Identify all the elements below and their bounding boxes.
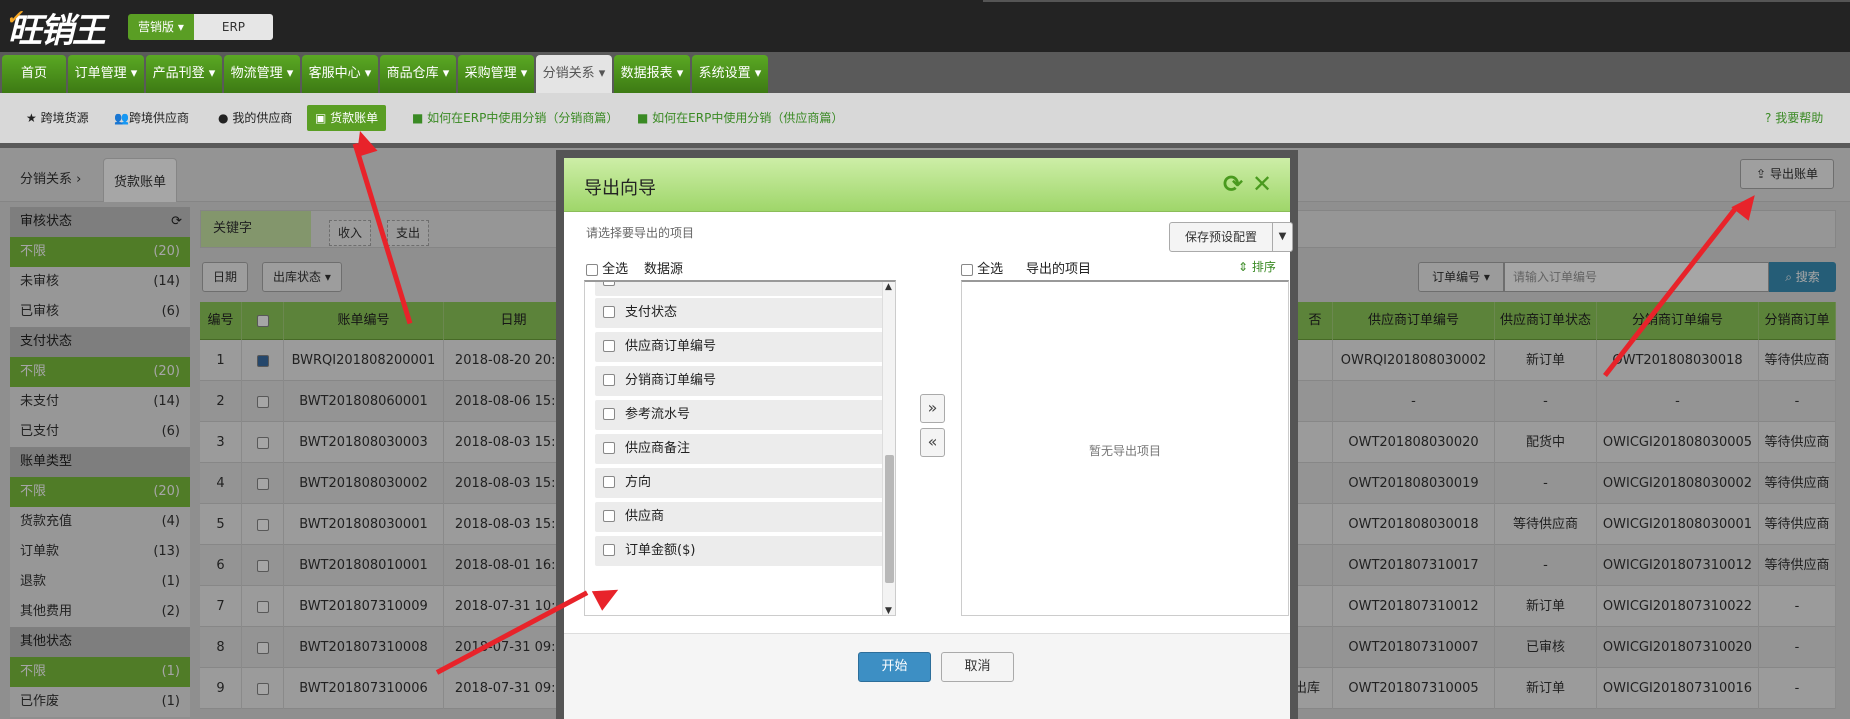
field-item[interactable]: 分销商订单编号: [595, 366, 885, 396]
export-items-list: 暂无导出项目: [961, 280, 1289, 616]
nav-tab-home[interactable]: 首页: [2, 55, 66, 93]
export-items-label: 导出的项目: [1026, 262, 1092, 277]
nav-tab-reports[interactable]: 数据报表 ▾: [614, 55, 690, 93]
scroll-up-icon[interactable]: ▲: [885, 282, 892, 292]
users-icon: 👥: [114, 111, 129, 125]
dialog-footer: 开始 取消: [564, 633, 1290, 719]
nav-tab-purchase[interactable]: 采购管理 ▾: [458, 55, 534, 93]
empty-export-message: 暂无导出项目: [1088, 444, 1161, 458]
sort-link[interactable]: ⇕ 排序: [1238, 258, 1276, 275]
top-divider: [983, 0, 1850, 2]
nav-tab-logistics[interactable]: 物流管理 ▾: [224, 55, 300, 93]
dialog-header: 导出向导 ⟳ ✕: [564, 158, 1290, 212]
sort-icon: ⇕: [1238, 260, 1249, 274]
field-checkbox[interactable]: [603, 305, 615, 318]
left-select-all[interactable]: 全选: [586, 258, 628, 277]
video-icon: ■: [412, 111, 424, 125]
field-checkbox[interactable]: [603, 373, 615, 386]
erp-button[interactable]: ERP: [193, 14, 274, 40]
start-button[interactable]: 开始: [858, 652, 931, 682]
right-select-all[interactable]: 全选: [961, 258, 1003, 277]
nav-tab-distribution[interactable]: 分销关系 ▾: [536, 55, 612, 93]
field-item-partial[interactable]: [595, 282, 885, 296]
field-item[interactable]: 支付状态: [595, 298, 885, 328]
nav-tab-settings[interactable]: 系统设置 ▾: [692, 55, 768, 93]
field-item[interactable]: 供应商订单编号: [595, 332, 885, 362]
export-wizard-dialog: 导出向导 ⟳ ✕ 请选择要导出的项目 保存预设配置 ▼ 全选 数据源 全选 导出…: [556, 150, 1298, 719]
field-checkbox[interactable]: [603, 475, 615, 488]
datasource-label: 数据源: [644, 262, 684, 277]
nav-tab-listing[interactable]: 产品刊登 ▾: [146, 55, 222, 93]
field-item[interactable]: 供应商: [595, 502, 885, 532]
app-logo[interactable]: ✓ 旺销王: [6, 3, 106, 52]
chevron-down-icon: ▼: [1278, 231, 1287, 242]
save-preset-button[interactable]: 保存预设配置: [1169, 222, 1273, 252]
subnav-cross-border-supplier[interactable]: 👥跨境供应商: [114, 105, 189, 131]
help-link-distributor[interactable]: ■ 如何在ERP中使用分销（分销商篇）: [412, 105, 618, 131]
question-icon: ?: [1765, 111, 1772, 125]
subnav-my-supplier[interactable]: ● 我的供应商: [218, 105, 292, 131]
datasource-scrollbar[interactable]: ▲ ▼: [882, 282, 895, 615]
field-checkbox[interactable]: [603, 407, 615, 420]
sub-nav: ★ 跨境货源 👥跨境供应商 ● 我的供应商 ▣ 货款账单 ■ 如何在ERP中使用…: [0, 93, 1850, 143]
star-icon: ★: [26, 111, 37, 125]
field-item[interactable]: 订单金额($): [595, 536, 885, 566]
user-icon: ●: [218, 111, 229, 125]
close-icon[interactable]: ✕: [1252, 170, 1272, 198]
preset-dropdown-toggle[interactable]: ▼: [1273, 222, 1293, 252]
field-item[interactable]: 方向: [595, 468, 885, 498]
main-nav: 首页 订单管理 ▾ 产品刊登 ▾ 物流管理 ▾ 客服中心 ▾ 商品仓库 ▾ 采购…: [0, 55, 1850, 93]
scrollbar-thumb[interactable]: [885, 455, 894, 583]
select-all-datasource-checkbox[interactable]: [586, 263, 598, 276]
datasource-list: 支付状态 供应商订单编号 分销商订单编号 参考流水号 供应商备注 方向 供应商 …: [584, 280, 896, 616]
field-item[interactable]: 供应商备注: [595, 434, 885, 464]
nav-tab-service[interactable]: 客服中心 ▾: [302, 55, 378, 93]
field-checkbox[interactable]: [603, 543, 615, 556]
money-icon: ▣: [315, 111, 327, 125]
subnav-payment-bill[interactable]: ▣ 货款账单: [307, 105, 387, 131]
video-icon: ■: [637, 111, 649, 125]
nav-tab-warehouse[interactable]: 商品仓库 ▾: [380, 55, 456, 93]
field-checkbox[interactable]: [603, 441, 615, 454]
top-bar: ✓ 旺销王 营销版 ▾ ERP: [0, 0, 1850, 52]
subnav-cross-border-source[interactable]: ★ 跨境货源: [26, 105, 89, 131]
field-item[interactable]: 参考流水号: [595, 400, 885, 430]
add-items-button[interactable]: »: [920, 394, 945, 423]
dialog-title: 导出向导: [584, 178, 656, 199]
remove-items-button[interactable]: «: [920, 428, 945, 457]
field-checkbox[interactable]: [603, 509, 615, 522]
refresh-icon[interactable]: ⟳: [1223, 170, 1243, 198]
field-checkbox[interactable]: [603, 339, 615, 352]
help-link-supplier[interactable]: ■ 如何在ERP中使用分销（供应商篇）: [637, 105, 843, 131]
select-all-export-checkbox[interactable]: [961, 263, 973, 276]
edition-dropdown[interactable]: 营销版 ▾: [128, 14, 194, 40]
edition-switch[interactable]: 营销版 ▾ ERP: [128, 14, 274, 40]
cancel-button[interactable]: 取消: [941, 652, 1014, 682]
scroll-down-icon[interactable]: ▼: [885, 606, 892, 615]
help-link[interactable]: ? 我要帮助: [1765, 105, 1823, 131]
dialog-hint: 请选择要导出的项目: [586, 226, 695, 240]
nav-tab-orders[interactable]: 订单管理 ▾: [68, 55, 144, 93]
